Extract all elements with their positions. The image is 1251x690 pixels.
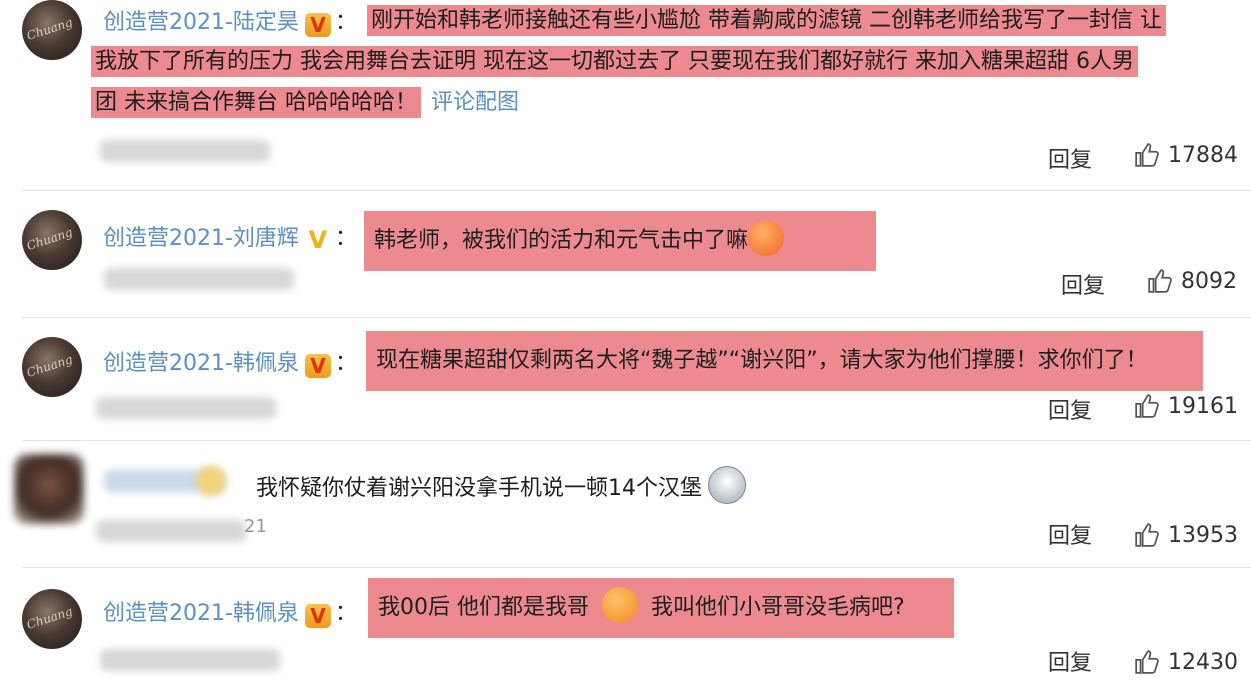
comment-4: 我怀疑你仗着谢兴阳没拿手机说一顿14个汉堡 21 回复 13953 [0, 440, 1251, 567]
timestamp-blurred [96, 520, 246, 542]
reply-button[interactable]: 回复 [1048, 393, 1092, 425]
like-button[interactable]: 17884 [1134, 142, 1238, 168]
comment-text: 我怀疑你仗着谢兴阳没拿手机说一顿14个汉堡 [256, 466, 746, 509]
comment-1: Chuang 创造营2021-陆定昊 V： 刚开始和韩老师接触还有些小尴尬 带着齁… [0, 0, 1251, 190]
fearful-face-icon [748, 220, 785, 256]
username[interactable]: 创造营2021-韩佩泉 [103, 351, 299, 376]
avatar[interactable] [14, 454, 84, 524]
reply-button[interactable]: 回复 [1048, 645, 1092, 677]
like-count: 17884 [1168, 142, 1238, 168]
thumbs-up-icon [1135, 143, 1159, 167]
avatar[interactable]: Chuang [22, 210, 82, 270]
husky-dog-icon [708, 466, 746, 504]
like-count: 19161 [1168, 393, 1238, 419]
comment-text: 现在糖果超甜仅剩两名大将“魏子越”“谢兴阳”，请大家为他们撑腰！求你们了！ [366, 331, 1203, 391]
thumbs-up-icon [1135, 394, 1159, 418]
like-button[interactable]: 12430 [1134, 649, 1238, 675]
reply-button[interactable]: 回复 [1048, 142, 1092, 174]
timestamp-blurred [96, 397, 276, 419]
comment-2: Chuang 创造营2021-刘唐辉 V： 韩老师，被我们的活力和元气击中了嘛 回… [0, 190, 1251, 317]
like-button[interactable]: 19161 [1134, 393, 1238, 419]
verified-badge-icon: V [304, 354, 331, 378]
username[interactable]: 创造营2021-刘唐辉 [103, 226, 299, 251]
avatar[interactable]: Chuang [22, 589, 82, 649]
like-button[interactable]: 8092 [1147, 268, 1237, 294]
image-link[interactable]: 评论配图 [431, 90, 519, 115]
timestamp-blurred [100, 140, 270, 162]
thumbs-up-icon [1135, 523, 1159, 547]
avatar[interactable]: Chuang [22, 0, 82, 60]
like-count: 13953 [1168, 522, 1238, 548]
comment-text: 我00后 他们都是我哥 我叫他们小哥哥没毛病吧? [368, 578, 954, 638]
thumbs-up-icon [1148, 269, 1172, 293]
badge-blurred [196, 466, 226, 496]
timestamp-blurred [100, 649, 280, 671]
timestamp-fragment: 21 [244, 516, 267, 537]
verified-badge-icon: V [304, 604, 331, 628]
smile-face-icon [602, 587, 638, 623]
timestamp-blurred [104, 268, 294, 290]
thumbs-up-icon [1135, 650, 1159, 674]
comment-text: 刚开始和韩老师接触还有些小尴尬 带着齁咸的滤镜 二创韩老师给我写了一封信 让 我… [91, 0, 1241, 123]
like-button[interactable]: 13953 [1134, 522, 1238, 548]
reply-button[interactable]: 回复 [1061, 268, 1105, 300]
comment-text: 韩老师，被我们的活力和元气击中了嘛 [364, 211, 876, 271]
like-count: 8092 [1181, 268, 1237, 294]
like-count: 12430 [1168, 649, 1238, 675]
avatar[interactable]: Chuang [22, 337, 82, 397]
username[interactable]: 创造营2021-韩佩泉 [103, 601, 299, 626]
reply-button[interactable]: 回复 [1048, 518, 1092, 550]
verified-badge-icon: V [308, 226, 328, 254]
comment-5: Chuang 创造营2021-韩佩泉 V： 我00后 他们都是我哥 我叫他们小哥哥… [0, 567, 1251, 690]
comment-3: Chuang 创造营2021-韩佩泉 V： 现在糖果超甜仅剩两名大将“魏子越”“谢… [0, 317, 1251, 440]
